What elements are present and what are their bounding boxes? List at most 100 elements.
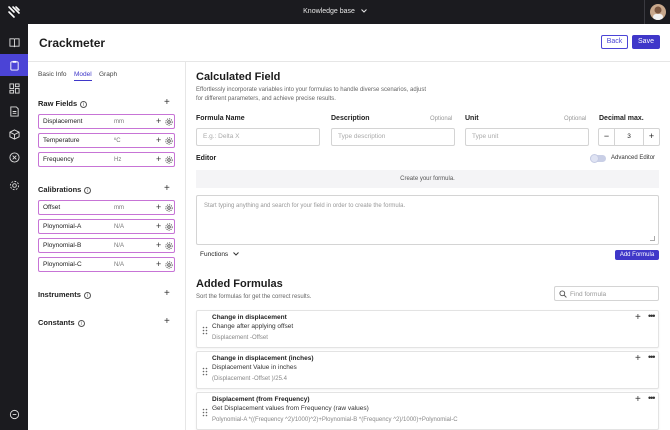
workspace-selector[interactable]: Knowledge base	[0, 0, 670, 24]
calibration-polynomial-a[interactable]: Ploynomial-A N/A +	[38, 219, 175, 234]
gear-icon[interactable]	[165, 242, 173, 250]
nav-target[interactable]	[0, 146, 28, 168]
chevron-down-icon	[361, 9, 367, 13]
calibration-offset[interactable]: Offset mm +	[38, 200, 175, 215]
plus-icon[interactable]: +	[156, 202, 161, 212]
field-unit: N/A	[114, 242, 125, 249]
advanced-editor-toggle[interactable]	[590, 154, 606, 163]
create-formula-hint: Create your formula.	[196, 170, 659, 188]
calculated-field-description: Effortlessly incorporate variables into …	[196, 87, 427, 102]
gear-icon[interactable]	[165, 204, 173, 212]
nav-book[interactable]	[0, 31, 28, 53]
nav-settings[interactable]	[0, 174, 28, 196]
field-name: Frequency	[43, 156, 74, 163]
resize-handle[interactable]	[650, 236, 655, 241]
nav-chat[interactable]	[0, 403, 28, 425]
plus-icon[interactable]: +	[156, 116, 161, 126]
gear-icon[interactable]	[165, 118, 173, 126]
formula-title: Change in displacement	[212, 314, 287, 321]
raw-fields-heading: Raw Fields i	[38, 99, 88, 108]
model-panel: Basic Info Model Graph Raw Fields i + Dis…	[28, 62, 186, 430]
more-icon[interactable]: •••	[648, 393, 656, 403]
workspace-label: Knowledge base	[303, 8, 355, 15]
plus-icon[interactable]: +	[156, 259, 161, 269]
info-icon[interactable]: i	[80, 100, 88, 108]
raw-field-displacement[interactable]: Displacement mm +	[38, 114, 175, 129]
editor-label: Editor	[196, 155, 217, 162]
formula-name-input[interactable]: E.g.: Delta X	[196, 128, 320, 146]
field-unit: Hz	[114, 156, 122, 163]
plus-icon[interactable]: +	[635, 353, 641, 364]
formula-editor[interactable]: Start typing anything and search for you…	[196, 195, 659, 245]
calibration-polynomial-c[interactable]: Ploynomial-C N/A +	[38, 257, 175, 272]
formula-title: Displacement (from Frequency)	[212, 396, 310, 403]
add-calibration-button[interactable]: +	[164, 184, 170, 194]
avatar[interactable]	[650, 4, 666, 20]
save-button[interactable]: Save	[632, 35, 660, 49]
description-label: Description	[331, 115, 370, 122]
constants-title: Constants	[38, 318, 75, 327]
nav-cube[interactable]	[0, 123, 28, 145]
find-formula-search[interactable]	[554, 286, 659, 301]
formula-description: Displacement Value in inches	[212, 364, 297, 371]
plus-icon[interactable]: +	[156, 154, 161, 164]
info-icon[interactable]: i	[84, 186, 92, 194]
nav-document[interactable]	[0, 100, 28, 122]
raw-field-temperature[interactable]: Temperature ºC +	[38, 133, 175, 148]
plus-icon[interactable]: +	[156, 240, 161, 250]
drag-handle-icon[interactable]	[202, 367, 208, 376]
decrement-button[interactable]: −	[599, 129, 615, 145]
search-input[interactable]	[570, 289, 656, 299]
plus-icon[interactable]: +	[156, 135, 161, 145]
target-icon	[8, 151, 20, 163]
field-name: Ploynomial-B	[43, 242, 82, 249]
calibrations-heading: Calibrations i	[38, 185, 92, 194]
calibration-polynomial-b[interactable]: Ploynomial-B N/A +	[38, 238, 175, 253]
tab-model[interactable]: Model	[74, 71, 92, 81]
back-button[interactable]: Back	[601, 35, 628, 49]
info-icon[interactable]: i	[77, 319, 85, 327]
raw-field-frequency[interactable]: Frequency Hz +	[38, 152, 175, 167]
formula-card[interactable]: Change in displacement Change after appl…	[196, 310, 659, 348]
tab-basic-info[interactable]: Basic Info	[38, 71, 67, 78]
info-icon[interactable]: i	[83, 291, 91, 299]
unit-input[interactable]: Type unit	[465, 128, 589, 146]
formula-card[interactable]: Change in displacement (inches) Displace…	[196, 351, 659, 389]
field-name: Temperature	[43, 137, 80, 144]
settings-icon	[9, 180, 19, 190]
plus-icon[interactable]: +	[635, 312, 641, 323]
drag-handle-icon[interactable]	[202, 326, 208, 335]
more-icon[interactable]: •••	[648, 311, 656, 321]
tab-graph[interactable]: Graph	[99, 71, 117, 78]
add-formula-button[interactable]: Add Formula	[615, 250, 659, 260]
gear-icon[interactable]	[165, 156, 173, 164]
formula-card[interactable]: Displacement (from Frequency) Get Displa…	[196, 392, 659, 430]
nav-clipboard[interactable]	[0, 54, 28, 76]
top-bar: Knowledge base	[0, 0, 670, 24]
plus-icon[interactable]: +	[635, 394, 641, 405]
gear-icon[interactable]	[165, 223, 173, 231]
description-input[interactable]: Type description	[331, 128, 455, 146]
gear-icon[interactable]	[165, 261, 173, 269]
plus-icon[interactable]: +	[156, 221, 161, 231]
drag-handle-icon[interactable]	[202, 408, 208, 417]
instruments-heading: Instruments i	[38, 290, 91, 299]
add-instrument-button[interactable]: +	[164, 289, 170, 299]
calculated-field-title: Calculated Field	[196, 71, 281, 83]
more-icon[interactable]: •••	[648, 352, 656, 362]
increment-button[interactable]: +	[643, 129, 659, 145]
formula-title: Change in displacement (inches)	[212, 355, 314, 362]
gear-icon[interactable]	[165, 137, 173, 145]
add-raw-field-button[interactable]: +	[164, 98, 170, 108]
add-constant-button[interactable]: +	[164, 317, 170, 327]
formula-name-label: Formula Name	[196, 115, 245, 122]
nav-dashboard[interactable]	[0, 77, 28, 99]
decimal-value[interactable]: 3	[615, 129, 643, 145]
field-unit: N/A	[114, 261, 125, 268]
instruments-title: Instruments	[38, 290, 81, 299]
functions-dropdown[interactable]: Functions	[200, 251, 239, 258]
field-unit: N/A	[114, 223, 125, 230]
constants-heading: Constants i	[38, 318, 85, 327]
user-menu[interactable]	[644, 0, 670, 24]
decimal-stepper[interactable]: − 3 +	[598, 128, 660, 146]
